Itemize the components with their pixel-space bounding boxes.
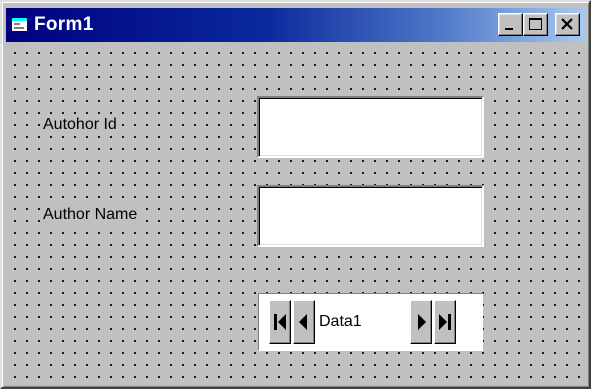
move-previous-button[interactable] [293,300,315,344]
maximize-button[interactable] [523,13,548,36]
window-title: Form1 [34,14,94,35]
title-bar[interactable]: Form1 [6,8,585,42]
author-id-textbox[interactable] [257,96,484,158]
move-first-button[interactable] [269,300,291,344]
form1-window: Form1 Autohor Id Author Name Data1 [0,0,591,389]
author-name-label: Author Name [42,206,139,224]
data-control-caption: Data1 [319,313,362,330]
form-window-icon[interactable] [11,17,28,32]
data-control: Data1 [258,293,483,351]
author-name-textbox[interactable] [257,185,484,247]
minimize-button[interactable] [498,13,523,36]
move-last-button[interactable] [434,300,456,344]
author-id-label: Autohor Id [42,116,118,134]
close-button[interactable] [555,13,580,36]
move-next-button[interactable] [410,300,432,344]
form-client-area: Autohor Id Author Name Data1 [6,44,585,385]
